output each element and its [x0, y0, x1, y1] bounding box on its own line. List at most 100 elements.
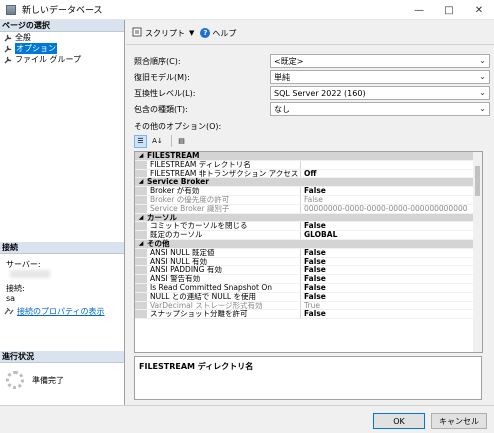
wrench-icon	[4, 56, 12, 64]
window-title: 新しいデータベース	[22, 6, 103, 16]
title-bar: 新しいデータベース — □ ✕	[0, 0, 494, 20]
chevron-down-icon: ⌄	[479, 56, 486, 65]
wrench-icon	[4, 34, 12, 42]
grid-property-row[interactable]: ANSI 警告有効 False	[135, 275, 481, 284]
containment-value: なし	[274, 104, 290, 114]
grid-property-row[interactable]: Is Read Committed Snapshot On False	[135, 283, 481, 293]
grid-category-label: その他	[147, 238, 170, 248]
grid-category-label: Service Broker	[147, 177, 209, 187]
page-item-label: ファイル グループ	[15, 55, 82, 64]
grid-category-row[interactable]: ◢ その他	[135, 238, 481, 249]
script-icon	[132, 27, 142, 39]
alphabetical-sort-button[interactable]: A↓	[151, 135, 164, 148]
ok-button[interactable]: OK	[373, 413, 425, 429]
grid-property-name: 既定のカーソル	[147, 231, 301, 239]
compat-label: 互換性レベル(L):	[134, 88, 196, 98]
grid-property-value[interactable]	[301, 161, 481, 169]
cancel-button[interactable]: キャンセル	[431, 413, 487, 429]
collapse-icon[interactable]: ◢	[135, 240, 147, 248]
grid-property-value[interactable]: False	[301, 284, 481, 292]
page-select-header: ページの選択	[0, 20, 124, 32]
grid-property-row[interactable]: Service Broker 識別子 00000000-0000-0000-000…	[135, 204, 481, 214]
grid-margin	[135, 222, 147, 231]
script-button[interactable]: スクリプト ▼	[132, 27, 194, 39]
grid-property-value[interactable]: 00000000-0000-0000-0000-000000000000	[301, 205, 481, 213]
grid-property-value[interactable]: False	[301, 258, 481, 266]
main-pane: スクリプト ▼ ? ヘルプ 照合順序(C): <既定> ⌄ 復旧モデル(M): …	[126, 20, 494, 405]
app-icon	[6, 4, 16, 15]
page-item-label: オプション	[15, 43, 57, 54]
connection-label: 接続:	[6, 284, 25, 293]
chevron-down-icon: ⌄	[479, 72, 486, 81]
grid-margin	[135, 283, 147, 292]
wrench-icon	[4, 45, 12, 53]
collation-select[interactable]: <既定> ⌄	[270, 54, 490, 68]
grid-category-label: FILESTREAM	[147, 151, 200, 160]
grid-property-row[interactable]: ANSI NULL 有効 False	[135, 257, 481, 267]
page-item-filegroups[interactable]: ファイル グループ	[0, 54, 124, 65]
grid-property-value[interactable]: False	[301, 196, 481, 204]
connection-icon	[4, 307, 14, 317]
collapse-icon[interactable]: ◢	[135, 152, 147, 160]
recovery-select[interactable]: 単純 ⌄	[270, 70, 490, 84]
grid-property-row[interactable]: Broker が有効 False	[135, 187, 481, 196]
page-item-options[interactable]: オプション	[0, 43, 124, 54]
grid-category-label: カーソル	[147, 212, 177, 222]
connection-properties-label: 接続のプロパティの表示	[17, 307, 105, 316]
grid-property-row[interactable]: ANSI NULL 既定値 False	[135, 248, 481, 258]
grid-property-name: ANSI 警告有効	[147, 275, 301, 283]
grid-margin	[135, 310, 147, 319]
recovery-row: 復旧モデル(M): 単純 ⌄	[134, 70, 490, 84]
minimize-button[interactable]: —	[404, 0, 434, 20]
collation-row: 照合順序(C): <既定> ⌄	[134, 54, 490, 68]
grid-category-row[interactable]: ◢ Service Broker	[135, 177, 481, 188]
grid-property-value[interactable]: GLOBAL	[301, 231, 481, 239]
grid-property-value[interactable]: False	[301, 222, 481, 230]
grid-property-value[interactable]: Off	[301, 170, 481, 178]
grid-margin	[135, 160, 147, 169]
grid-property-row[interactable]: Broker の優先度の許可 False	[135, 195, 481, 205]
grid-property-name: VarDecimal ストレージ形式有効	[147, 301, 301, 310]
grid-property-name: ANSI NULL 有効	[147, 257, 301, 266]
grid-property-row[interactable]: ANSI PADDING 有効 False	[135, 266, 481, 276]
grid-property-row[interactable]: VarDecimal ストレージ形式有効 True	[135, 301, 481, 311]
grid-margin	[135, 248, 147, 257]
grid-property-value[interactable]: False	[301, 187, 481, 195]
grid-scrollbar[interactable]	[473, 151, 483, 353]
grid-category-row[interactable]: ◢ FILESTREAM	[135, 152, 481, 161]
connection-section: 接続 サーバー: 接続: sa 接続のプロパティの表示	[0, 242, 124, 317]
grid-property-name: ANSI NULL 既定値	[147, 248, 301, 257]
grid-property-value[interactable]: False	[301, 293, 481, 301]
compat-select[interactable]: SQL Server 2022 (160) ⌄	[270, 86, 490, 100]
containment-select[interactable]: なし ⌄	[270, 102, 490, 116]
grid-property-row[interactable]: 既定のカーソル GLOBAL	[135, 231, 481, 240]
grid-property-value[interactable]: True	[301, 302, 481, 310]
help-button[interactable]: ? ヘルプ	[200, 28, 236, 39]
property-pages-button[interactable]: ▤	[175, 135, 188, 148]
grid-margin	[135, 275, 147, 283]
grid-toolbar: ☰ A↓ ▤	[134, 134, 192, 148]
grid-property-name: Service Broker 識別子	[147, 204, 301, 213]
containment-row: 包含の種類(T): なし ⌄	[134, 102, 490, 116]
grid-category-row[interactable]: ◢ カーソル	[135, 212, 481, 223]
help-icon: ?	[200, 28, 211, 38]
collapse-icon[interactable]: ◢	[135, 178, 147, 186]
close-button[interactable]: ✕	[464, 0, 494, 20]
scrollbar-thumb[interactable]	[475, 166, 480, 196]
grid-property-value[interactable]: False	[301, 266, 481, 274]
toolbar-divider	[126, 44, 494, 45]
grid-property-row[interactable]: FILESTREAM ディレクトリ名	[135, 160, 481, 170]
connection-properties-link[interactable]: 接続のプロパティの表示	[0, 306, 124, 317]
script-label: スクリプト	[145, 28, 185, 38]
grid-property-value[interactable]: False	[301, 249, 481, 257]
grid-property-value[interactable]: False	[301, 275, 481, 283]
grid-property-row[interactable]: NULL との連結で NULL を使用 False	[135, 292, 481, 302]
page-item-general[interactable]: 全般	[0, 32, 124, 43]
categorized-view-button[interactable]: ☰	[134, 134, 147, 148]
grid-property-row[interactable]: スナップショット分離を許可 False	[135, 310, 481, 320]
collapse-icon[interactable]: ◢	[135, 214, 147, 222]
grid-property-value[interactable]: False	[301, 310, 481, 318]
grid-property-row[interactable]: コミットでカーソルを閉じる False	[135, 222, 481, 232]
maximize-button[interactable]: □	[434, 0, 464, 20]
progress-header: 進行状況	[0, 351, 124, 363]
